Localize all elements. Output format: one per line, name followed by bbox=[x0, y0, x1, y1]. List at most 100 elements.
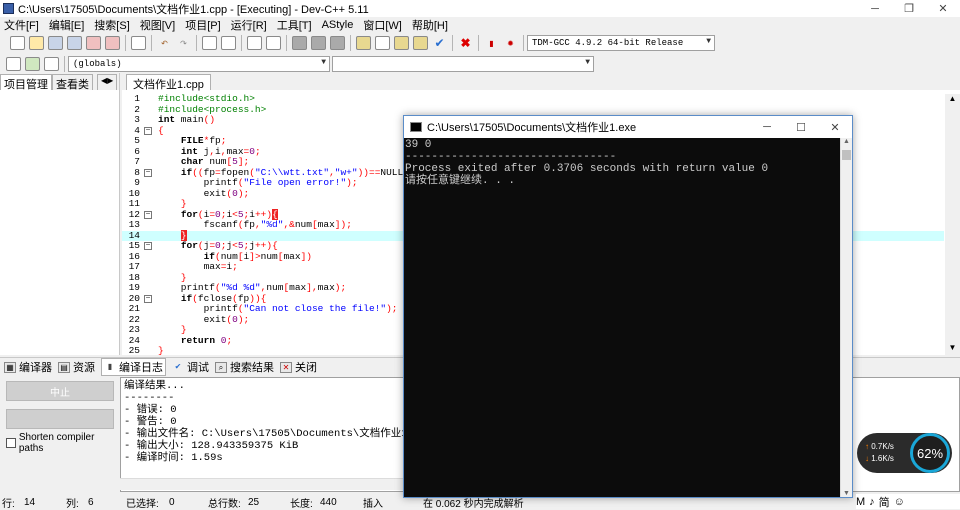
window-title: C:\Users\17505\Documents\文档作业1.cpp - [Ex… bbox=[18, 3, 369, 16]
close-file-icon[interactable] bbox=[86, 36, 101, 50]
ime-simplified-icon[interactable]: 简 bbox=[879, 494, 890, 510]
new-file-icon[interactable] bbox=[10, 36, 25, 50]
menu-search[interactable]: 搜索[S] bbox=[94, 17, 129, 33]
tab-debug[interactable]: ✔ 调试 bbox=[172, 359, 209, 375]
line-number: 19 bbox=[128, 282, 140, 293]
restore-button[interactable]: ❐ bbox=[892, 0, 926, 17]
console-maximize-button[interactable]: ☐ bbox=[784, 116, 818, 138]
abort-compilation-button[interactable]: 中止 bbox=[6, 381, 114, 401]
console-minimize-button[interactable]: ─ bbox=[750, 116, 784, 138]
close-button[interactable]: ✕ bbox=[926, 0, 960, 17]
checkbox-box[interactable] bbox=[6, 438, 16, 448]
editor-vertical-scrollbar[interactable]: ▲ ▼ bbox=[945, 94, 960, 355]
log-horizontal-scrollbar[interactable] bbox=[120, 478, 403, 490]
code-line[interactable]: 2 #include<process.h> bbox=[122, 104, 944, 116]
rebuild-icon[interactable] bbox=[413, 36, 428, 50]
minimize-button[interactable]: ─ bbox=[858, 0, 892, 17]
debug-icon[interactable]: ✹ bbox=[503, 36, 518, 50]
toolbar-separator bbox=[523, 35, 524, 51]
find-icon[interactable] bbox=[202, 36, 217, 50]
tab-class-browser[interactable]: 查看类 bbox=[52, 74, 93, 91]
insert-icon[interactable] bbox=[25, 56, 40, 71]
console-output[interactable]: 39 0 -------------------------------- Pr… bbox=[404, 138, 841, 497]
fold-toggle-icon[interactable]: − bbox=[144, 210, 152, 219]
undo-icon[interactable]: ↶ bbox=[157, 36, 172, 50]
profile-chart-icon[interactable]: ▮ bbox=[484, 36, 499, 50]
toggle-icon[interactable] bbox=[44, 56, 59, 71]
console-scroll-thumb[interactable] bbox=[842, 150, 851, 160]
fold-toggle-icon[interactable]: − bbox=[144, 294, 152, 303]
unindent-icon[interactable] bbox=[292, 36, 307, 50]
new-class-icon[interactable] bbox=[6, 56, 21, 71]
function-select[interactable]: ▼ bbox=[332, 55, 594, 72]
status-sel-value: 0 bbox=[169, 497, 175, 508]
stop-icon[interactable]: ✖ bbox=[458, 36, 473, 50]
network-speed-widget[interactable]: ↑ 0.7K/s ↓ 1.6K/s 62% bbox=[857, 433, 952, 473]
syntax-check-icon[interactable]: ✔ bbox=[432, 36, 447, 50]
menu-edit[interactable]: 编辑[E] bbox=[49, 17, 84, 33]
save-all-icon[interactable] bbox=[67, 36, 82, 50]
console-scrollbar[interactable]: ▲ ▼ bbox=[840, 138, 852, 497]
tab-search-results[interactable]: ⌕ 搜索结果 bbox=[215, 359, 274, 375]
tab-close[interactable]: ✕ 关闭 bbox=[280, 359, 317, 375]
shorten-paths-label: Shorten compiler paths bbox=[18, 432, 95, 454]
replace-icon[interactable] bbox=[221, 36, 236, 50]
bookmark-icon[interactable] bbox=[266, 36, 281, 50]
fold-toggle-icon[interactable]: − bbox=[144, 242, 152, 250]
line-number: 7 bbox=[134, 156, 140, 167]
scroll-up-icon[interactable]: ▲ bbox=[841, 138, 852, 145]
line-number: 21 bbox=[128, 303, 140, 314]
fold-toggle-icon[interactable]: − bbox=[144, 168, 152, 177]
menu-astyle[interactable]: AStyle bbox=[322, 19, 354, 31]
tab-compiler-label: 编译器 bbox=[19, 362, 52, 374]
ime-mode-icon[interactable]: M bbox=[856, 496, 865, 508]
print-icon[interactable] bbox=[131, 36, 146, 50]
compile-log-chart-icon: ▮ bbox=[107, 361, 113, 371]
resources-icon: ▤ bbox=[58, 361, 70, 373]
tab-source-file[interactable]: 文档作业1.cpp bbox=[126, 74, 211, 91]
close-all-icon[interactable] bbox=[105, 36, 120, 50]
menu-project[interactable]: 项目[P] bbox=[185, 17, 220, 33]
fold-toggle-icon[interactable]: − bbox=[144, 126, 152, 135]
goto-line-icon[interactable] bbox=[247, 36, 262, 50]
tab-close-label: 关闭 bbox=[295, 362, 317, 374]
status-row-label: 行: bbox=[2, 499, 15, 510]
comment-icon[interactable] bbox=[330, 36, 345, 50]
upload-arrow-icon: ↑ bbox=[865, 442, 869, 451]
scroll-down-icon[interactable]: ▼ bbox=[947, 343, 958, 355]
scroll-down-icon[interactable]: ▼ bbox=[841, 490, 852, 497]
menu-tools[interactable]: 工具[T] bbox=[277, 17, 312, 33]
tab-scroll-arrows[interactable]: ◀▶ bbox=[97, 74, 118, 90]
compiler-select[interactable]: TDM-GCC 4.9.2 64-bit Release ▼ bbox=[527, 35, 715, 51]
scope-select[interactable]: (globals) ▼ bbox=[68, 55, 330, 72]
status-sel-label: 已选择: bbox=[126, 499, 159, 510]
compile-icon[interactable] bbox=[356, 36, 371, 50]
editor-tabs: 文档作业1.cpp bbox=[122, 73, 960, 91]
ime-punctuation-icon[interactable]: ♪ bbox=[869, 496, 875, 508]
tab-compiler[interactable]: ▦ 编译器 bbox=[4, 359, 52, 375]
code-text: } bbox=[158, 345, 164, 355]
blank-disabled-button[interactable] bbox=[6, 409, 114, 429]
save-icon[interactable] bbox=[48, 36, 63, 50]
tab-project-manager[interactable]: 项目管理 bbox=[0, 74, 52, 91]
menu-run[interactable]: 运行[R] bbox=[231, 17, 267, 33]
menu-view[interactable]: 视图[V] bbox=[140, 17, 175, 33]
compile-run-icon[interactable] bbox=[394, 36, 409, 50]
tab-compile-log[interactable]: ▮ 编译日志 bbox=[101, 358, 166, 376]
line-number: 15 bbox=[128, 240, 140, 251]
shorten-paths-checkbox[interactable]: Shorten compiler paths bbox=[6, 432, 120, 454]
indent-icon[interactable] bbox=[311, 36, 326, 50]
menu-file[interactable]: 文件[F] bbox=[4, 17, 39, 33]
scroll-up-icon[interactable]: ▲ bbox=[947, 94, 958, 106]
redo-icon[interactable]: ↷ bbox=[176, 36, 191, 50]
code-text: fscanf(fp,"%d",&num[max]); bbox=[158, 219, 352, 230]
run-icon[interactable] bbox=[375, 36, 390, 50]
ime-toolbar: M ♪ 简 ☺ bbox=[856, 494, 960, 509]
main-toolbar: ↶ ↷ ✔ ✖ ▮ ✹ TDM-GCC 4.9.2 64-bit Release… bbox=[0, 33, 960, 53]
menu-help[interactable]: 帮助[H] bbox=[412, 17, 448, 33]
open-file-icon[interactable] bbox=[29, 36, 44, 50]
menu-window[interactable]: 窗口[W] bbox=[363, 17, 402, 33]
tab-resources[interactable]: ▤ 资源 bbox=[58, 359, 95, 375]
ime-emoji-icon[interactable]: ☺ bbox=[894, 496, 905, 508]
console-close-button[interactable]: ✕ bbox=[818, 116, 852, 138]
